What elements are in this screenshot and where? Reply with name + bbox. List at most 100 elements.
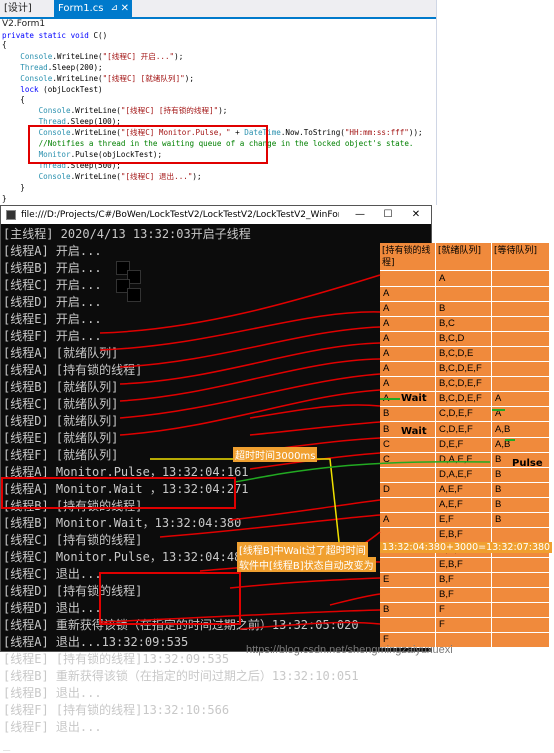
table-cell: [436, 286, 492, 303]
table-cell: A: [380, 376, 436, 393]
console-line: [线程B] 重新获得该锁（在指定的时间过期之后）13:32:10:051: [3, 669, 359, 683]
code-line: lock (objLockTest): [20, 85, 103, 94]
table-header: [就绪队列]: [436, 243, 492, 271]
table-cell: B: [492, 511, 550, 528]
table-cell: [380, 526, 436, 543]
code-line: }: [2, 194, 7, 203]
table-cell: B,C,D,E,F: [436, 391, 492, 408]
table-cell: A,E,F: [436, 496, 492, 513]
table-cell: A: [380, 301, 436, 318]
console-window[interactable]: file:///D:/Projects/C#/BoWen/LockTestV2/…: [0, 205, 432, 751]
navigation-bar[interactable]: V2.Form1: [0, 19, 438, 30]
table-cell: [492, 301, 550, 318]
table-header: [等待队列]: [492, 243, 550, 271]
table-cell: A: [380, 316, 436, 333]
table-cell: C: [380, 436, 436, 453]
console-line: [线程F] 开启...: [3, 329, 102, 343]
table-cell: D,A,E,F: [436, 451, 492, 468]
code-line: Console.WriteLine("[线程C] [就绪队列]");: [20, 74, 194, 83]
console-line: [线程F] 退出...: [3, 720, 102, 734]
console-title: file:///D:/Projects/C#/BoWen/LockTestV2/…: [21, 210, 339, 220]
tab-designer[interactable]: [设计]: [0, 0, 52, 17]
table-cell: [492, 316, 550, 333]
table-cell: A: [380, 511, 436, 528]
table-cell: C,D,E,F: [436, 421, 492, 438]
table-cell: [380, 496, 436, 513]
table-cell: E,B,F: [436, 556, 492, 573]
table-cell: F: [436, 602, 492, 619]
tab-form1-cs[interactable]: Form1.cs ⊿ ✕: [54, 0, 132, 17]
redaction-block: [127, 288, 141, 302]
table-cell: [492, 587, 550, 604]
table-cell: D,A,E,F: [436, 466, 492, 483]
table-cell: [492, 361, 550, 378]
table-cell: D: [380, 481, 436, 498]
table-cell: [380, 271, 436, 287]
timeout-note: 超时时间3000ms: [233, 447, 318, 462]
minimize-button[interactable]: —: [347, 206, 373, 224]
watermark: https://blog.csdn.net/shengmingzaiyuxuex…: [246, 644, 453, 656]
console-line: [线程D] 开启...: [3, 295, 102, 309]
table-cell: F: [436, 617, 492, 634]
table-cell: E,F: [436, 511, 492, 528]
table-cell: A: [492, 391, 550, 408]
console-line: _: [3, 737, 11, 751]
table-cell: A,B: [492, 436, 550, 453]
table-cell: C,D,E,F: [436, 406, 492, 423]
table-cell: B: [492, 466, 550, 483]
console-line: [线程E] 开启...: [3, 312, 102, 326]
table-cell: B,F: [436, 587, 492, 604]
pin-icon[interactable]: ⊿: [110, 0, 118, 17]
table-cell: B,C,D,E,F: [436, 376, 492, 393]
console-line: [线程B] 开启...: [3, 261, 102, 275]
console-line: [线程A] [持有锁的线程]: [3, 363, 143, 377]
table-cell: C: [380, 451, 436, 468]
overtime-calc: 13:32:04:380+3000=13:32:07:380: [380, 542, 553, 553]
code-line: {: [2, 95, 25, 104]
code-editor[interactable]: [设计] Form1.cs ⊿ ✕ V2.Form1 private stati…: [0, 0, 437, 205]
table-cell: B: [380, 602, 436, 619]
table-cell: [492, 271, 550, 287]
table-cell: B,C: [436, 316, 492, 333]
table-cell: [492, 526, 550, 543]
table-cell: [380, 466, 436, 483]
console-line: [线程B] Monitor.Wait，13:32:04:380: [3, 516, 242, 530]
table-cell: B: [436, 301, 492, 318]
console-line: [线程D] [持有锁的线程]: [3, 584, 143, 598]
console-line: [线程D] [就绪队列]: [3, 414, 119, 428]
console-line: [线程C] [就绪队列]: [3, 397, 119, 411]
console-line: [主线程] 2020/4/13 13:32:03开启子线程: [3, 227, 251, 241]
console-line: [线程B] [就绪队列]: [3, 380, 119, 394]
table-cell: [380, 587, 436, 604]
table-cell: [492, 346, 550, 363]
code-line: Console.WriteLine("[线程C] [持有锁的线程]");: [38, 106, 228, 115]
console-line: [线程A] 退出...13:32:09:535: [3, 635, 189, 649]
console-line: [线程A] 开启...: [3, 244, 102, 258]
close-icon[interactable]: ✕: [121, 0, 129, 17]
console-line: [线程A] [就绪队列]: [3, 346, 119, 360]
code-line: }: [2, 183, 25, 192]
table-cell: A: [492, 406, 550, 423]
table-cell: A: [380, 361, 436, 378]
table-cell: A: [380, 331, 436, 348]
maximize-button[interactable]: ☐: [375, 206, 401, 224]
console-line: [线程A] 重新获得该锁（在指定的时间过期之前）13:32:05:020: [3, 618, 359, 632]
console-line: [线程A] Monitor.Pulse，13:32:04:161: [3, 465, 249, 479]
table-cell: [380, 556, 436, 573]
table-cell: A,E,F: [436, 481, 492, 498]
code-line: Console.WriteLine("[线程C] 退出...");: [38, 172, 202, 181]
console-title-bar[interactable]: file:///D:/Projects/C#/BoWen/LockTestV2/…: [1, 206, 431, 224]
table-cell: [492, 556, 550, 573]
tab-label: [设计]: [4, 3, 32, 14]
close-button[interactable]: ✕: [403, 206, 429, 224]
table-cell: B,C,D,E,F: [436, 361, 492, 378]
table-cell: [492, 376, 550, 393]
table-cell: E,B,F: [436, 526, 492, 543]
console-line: [线程F] [就绪队列]: [3, 448, 119, 462]
tab-label: Form1.cs: [58, 3, 104, 14]
table-cell: [492, 632, 550, 649]
wait-annotation: Wait: [401, 426, 427, 437]
table-cell: A: [380, 286, 436, 303]
console-line: [线程A] Monitor.Wait ，13:32:04:271: [3, 482, 249, 496]
table-cell: B: [492, 496, 550, 513]
